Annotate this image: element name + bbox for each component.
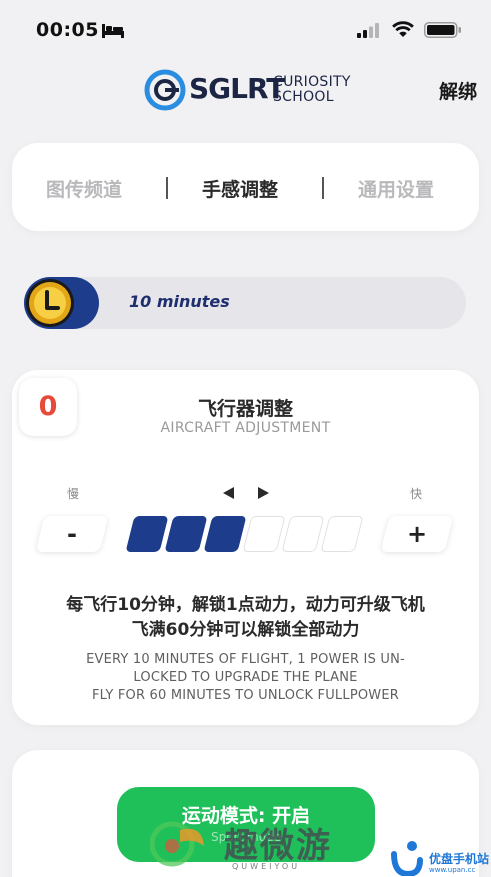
- settings-tabs: 图传频道 手感调整 通用设置: [12, 143, 479, 231]
- tab-handling-adjustment[interactable]: 手感调整: [202, 175, 278, 202]
- brand-logo: SGLRT CURIOSITY SCHOOL: [143, 68, 353, 112]
- wifi-icon: [392, 21, 414, 37]
- decrease-power-button[interactable]: -: [35, 516, 109, 552]
- tab-divider: [322, 177, 324, 199]
- battery-icon: [424, 22, 461, 38]
- power-level-segment: [203, 516, 247, 552]
- app-header: SGLRT CURIOSITY SCHOOL 解绑: [0, 62, 491, 116]
- status-bar: 00:05: [0, 0, 491, 60]
- site-watermark-name: 优盘手机站: [429, 852, 490, 866]
- logo-tagline-line1: CURIOSITY: [273, 74, 351, 90]
- description-cn-line1: 每飞行10分钟，解锁1点动力，动力可升级飞机: [66, 595, 425, 615]
- description-en-line2: LOCKED TO UPGRADE THE PLANE: [133, 670, 358, 685]
- watermark-text: 趣微游: [224, 826, 332, 866]
- increase-power-button[interactable]: +: [380, 516, 454, 552]
- power-level-segment: [164, 516, 208, 552]
- power-level-segment: [125, 516, 169, 552]
- left-right-arrows-icon: [223, 487, 269, 499]
- minus-label: -: [67, 520, 77, 548]
- flight-time-progress: 10 minutes: [24, 277, 466, 329]
- watermark-subtext: QUWEIYOU: [232, 862, 301, 871]
- fast-label: 快: [410, 487, 423, 501]
- flight-time-text: 10 minutes: [129, 292, 230, 311]
- tab-general-settings[interactable]: 通用设置: [358, 175, 434, 202]
- description-en-line1: EVERY 10 MINUTES OF FLIGHT, 1 POWER IS U…: [86, 652, 405, 667]
- unbind-button[interactable]: 解绑: [439, 77, 477, 104]
- power-level-segment: [242, 516, 286, 552]
- logo-tagline: CURIOSITY SCHOOL: [273, 75, 351, 105]
- slow-label: 慢: [67, 487, 80, 501]
- power-level-segment: [320, 516, 364, 552]
- status-time: 00:05: [36, 19, 99, 41]
- bed-icon: [102, 24, 124, 38]
- section-subtitle: AIRCRAFT ADJUSTMENT: [160, 420, 331, 436]
- description-en-line3: FLY FOR 60 MINUTES TO UNLOCK FULLPOWER: [92, 688, 399, 703]
- logo-mark-icon: [144, 69, 186, 111]
- logo-tagline-line2: SCHOOL: [273, 89, 334, 105]
- section-title: 飞行器调整: [197, 398, 293, 420]
- clock-icon: [26, 279, 74, 327]
- site-watermark-url: www.upan.cc: [429, 866, 476, 874]
- watermark-logo-icon: [150, 821, 204, 867]
- aircraft-adjustment-card: 0 飞行器调整 AIRCRAFT ADJUSTMENT 慢 快 - + 每飞行1…: [12, 370, 479, 725]
- power-level-segment: [281, 516, 325, 552]
- tab-video-channel[interactable]: 图传频道: [46, 175, 122, 202]
- description-cn-line2: 飞满60分钟可以解锁全部动力: [131, 620, 360, 640]
- site-watermark-icon: [391, 841, 423, 876]
- plus-label: +: [406, 520, 428, 548]
- cellular-signal-icon: [357, 23, 379, 38]
- tab-divider: [166, 177, 168, 199]
- logo-wordmark: SGLRT: [189, 72, 285, 105]
